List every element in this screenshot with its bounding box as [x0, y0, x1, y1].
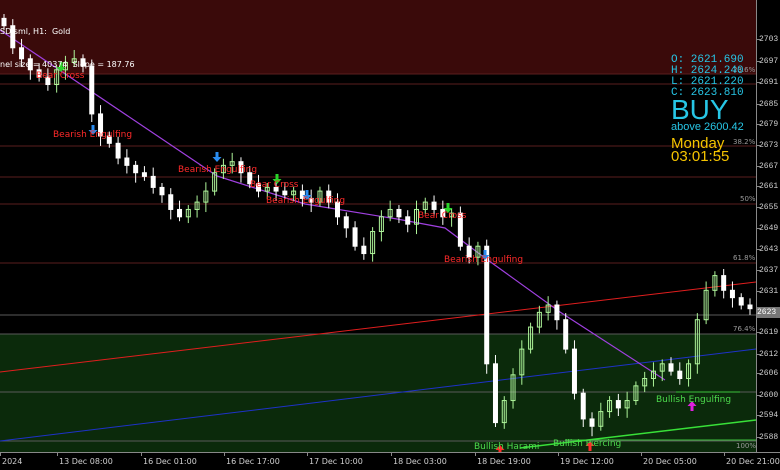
- price-tick-label: 2673: [759, 141, 779, 150]
- fib-level-label: 38.2%: [733, 138, 756, 146]
- candle-body: [721, 275, 727, 291]
- pattern-label: Bear Cross: [250, 180, 299, 190]
- down-arrow-icon: [212, 152, 222, 162]
- price-tick-label: 2691: [759, 78, 779, 87]
- time-tick-label: 16 Dec 01:00: [143, 457, 197, 466]
- time-tick-mark: [475, 453, 476, 456]
- price-tick-label: 2594: [759, 411, 779, 420]
- ohlc-panel: O: 2621.690 H: 2624.240 L: 2621.220 C: 2…: [671, 55, 744, 99]
- channel-info-line: nel size = 40374 Slope = 187.76: [0, 60, 135, 69]
- candle-body: [677, 370, 683, 380]
- candle-body: [133, 164, 139, 174]
- candle-body: [405, 216, 411, 225]
- time-tick-label: 17 Dec 10:00: [309, 457, 363, 466]
- price-tick-label: 2667: [759, 162, 779, 171]
- price-tick-label: 2703: [759, 35, 779, 44]
- pattern-label: Bear Cross: [418, 211, 467, 221]
- price-tick-label: 2697: [759, 57, 779, 66]
- price-tick-label: 2655: [759, 203, 779, 212]
- pattern-label: Bearish Engulfing: [266, 196, 346, 206]
- candle-body: [492, 363, 498, 424]
- price-tick-label: 2612: [759, 350, 779, 359]
- time-tick-label: 20 Dec 21:00: [726, 457, 780, 466]
- fib-level-label: 61.8%: [733, 254, 756, 262]
- candle-body: [352, 227, 358, 247]
- candle-body: [168, 194, 174, 210]
- pattern-label: Bearish Engulfing: [53, 130, 133, 140]
- price-tick-label: 2661: [759, 182, 779, 191]
- fib-level-label: 76.4%: [733, 325, 756, 333]
- time-tick-mark: [0, 453, 1, 456]
- price-tick-label: 2637: [759, 266, 779, 275]
- pattern-label: Bearish Engulfing: [444, 255, 524, 265]
- pattern-label: Bear Cross: [36, 71, 85, 81]
- price-tick-label: 2643: [759, 245, 779, 254]
- candle-body: [747, 304, 753, 310]
- pattern-label: Bullish Engulfing: [656, 395, 732, 405]
- time-tick-label: 13 Dec 08:00: [59, 457, 113, 466]
- clock-label: 03:01:55: [671, 148, 730, 165]
- candle-body: [361, 245, 367, 255]
- time-tick-label: 16 Dec 17:00: [226, 457, 280, 466]
- symbol-line: SD.sml, H1: Gold: [0, 27, 71, 36]
- candle-body: [589, 418, 595, 427]
- candle-body: [115, 142, 121, 159]
- price-tick-label: 2600: [759, 391, 779, 400]
- time-tick-mark: [57, 453, 58, 456]
- candle-body: [282, 190, 288, 196]
- candle-body: [431, 201, 437, 210]
- candle-body: [738, 297, 744, 306]
- price-axis[interactable]: 2703 2697 2691 2685 2679 2673 2667 2661 2655 2649…: [756, 0, 780, 452]
- candle-body: [150, 175, 156, 188]
- time-tick-mark: [141, 453, 142, 456]
- time-tick-label: 19 Dec 12:00: [560, 457, 614, 466]
- price-tick-label: 2606: [759, 369, 779, 378]
- pattern-label: Bullish Piercing: [553, 439, 622, 449]
- price-tick-label: 2619: [759, 328, 779, 337]
- time-tick-mark: [724, 453, 725, 456]
- time-tick-mark: [641, 453, 642, 456]
- candle-body: [124, 157, 130, 166]
- time-axis[interactable]: 2024 13 Dec 08:00 16 Dec 01:00 16 Dec 17:00…: [0, 452, 780, 470]
- fib-level-label: 100%: [736, 442, 757, 450]
- candle-body: [141, 172, 147, 177]
- pattern-label: Bullish Harami: [474, 442, 540, 452]
- candle-body: [668, 363, 674, 372]
- time-tick-mark: [307, 453, 308, 456]
- demand-zone: [0, 334, 756, 452]
- candle-body: [159, 186, 165, 196]
- candle-body: [580, 392, 586, 420]
- time-tick-mark: [224, 453, 225, 456]
- time-tick-mark: [391, 453, 392, 456]
- price-tick-label: 2631: [759, 287, 779, 296]
- candle-body: [563, 319, 569, 350]
- fib-level-label: 50%: [740, 195, 756, 203]
- time-tick-label: 18 Dec 19:00: [477, 457, 531, 466]
- time-tick-label: 18 Dec 03:00: [393, 457, 447, 466]
- price-tick-label: 2679: [759, 120, 779, 129]
- time-tick-label: 2024: [2, 457, 23, 466]
- candle-body: [729, 289, 735, 299]
- price-tick-label: 2588: [759, 433, 779, 442]
- candle-body: [571, 348, 577, 394]
- price-tick-label: 2649: [759, 224, 779, 233]
- pattern-label: Bearish Engulfing: [178, 165, 258, 175]
- chart-area[interactable]: SD.sml, H1: Gold nel size = 40374 Slope …: [0, 0, 780, 470]
- candle-body: [396, 208, 402, 218]
- time-tick-mark: [558, 453, 559, 456]
- candle-body: [343, 216, 349, 229]
- time-tick-label: 20 Dec 05:00: [643, 457, 697, 466]
- candle-body: [177, 208, 183, 218]
- candle-body: [554, 304, 560, 321]
- candle-body: [615, 400, 621, 409]
- current-price-tag: 2623: [757, 307, 780, 318]
- price-tick-label: 2685: [759, 100, 779, 109]
- signal-subtext: above 2600.42: [671, 121, 744, 133]
